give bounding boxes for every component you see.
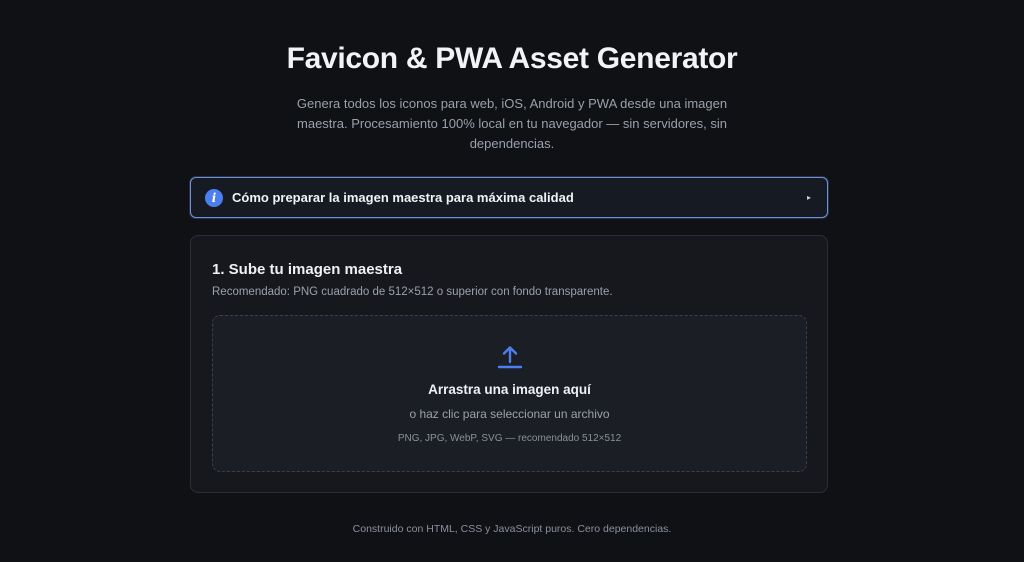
upload-card: 1. Sube tu imagen maestra Recomendado: P… xyxy=(190,235,828,493)
page-title: Favicon & PWA Asset Generator xyxy=(286,42,738,75)
upload-card-title: 1. Sube tu imagen maestra xyxy=(212,261,403,278)
upload-card-subtitle: Recomendado: PNG cuadrado de 512×512 o s… xyxy=(212,286,613,298)
dropzone-format-hint: PNG, JPG, WebP, SVG — recomendado 512×51… xyxy=(397,433,622,444)
info-icon: i xyxy=(205,188,223,207)
instructions-label: Cómo preparar la imagen maestra para máx… xyxy=(232,190,574,205)
image-dropzone[interactable]: Arrastra una imagen aquí o haz clic para… xyxy=(212,315,807,472)
page-footer: Construido con HTML, CSS y JavaScript pu… xyxy=(352,523,672,535)
page: Favicon & PWA Asset Generator Genera tod… xyxy=(0,0,1024,562)
upload-icon xyxy=(497,346,523,369)
dropzone-secondary-text: o haz clic para seleccionar un archivo xyxy=(409,407,610,421)
dropzone-main-text: Arrastra una imagen aquí xyxy=(428,382,591,397)
page-subtitle: Genera todos los iconos para web, iOS, A… xyxy=(296,96,728,151)
instructions-disclosure[interactable]: i Cómo preparar la imagen maestra para m… xyxy=(190,177,828,218)
disclosure-triangle-icon: ▸ xyxy=(806,193,811,202)
